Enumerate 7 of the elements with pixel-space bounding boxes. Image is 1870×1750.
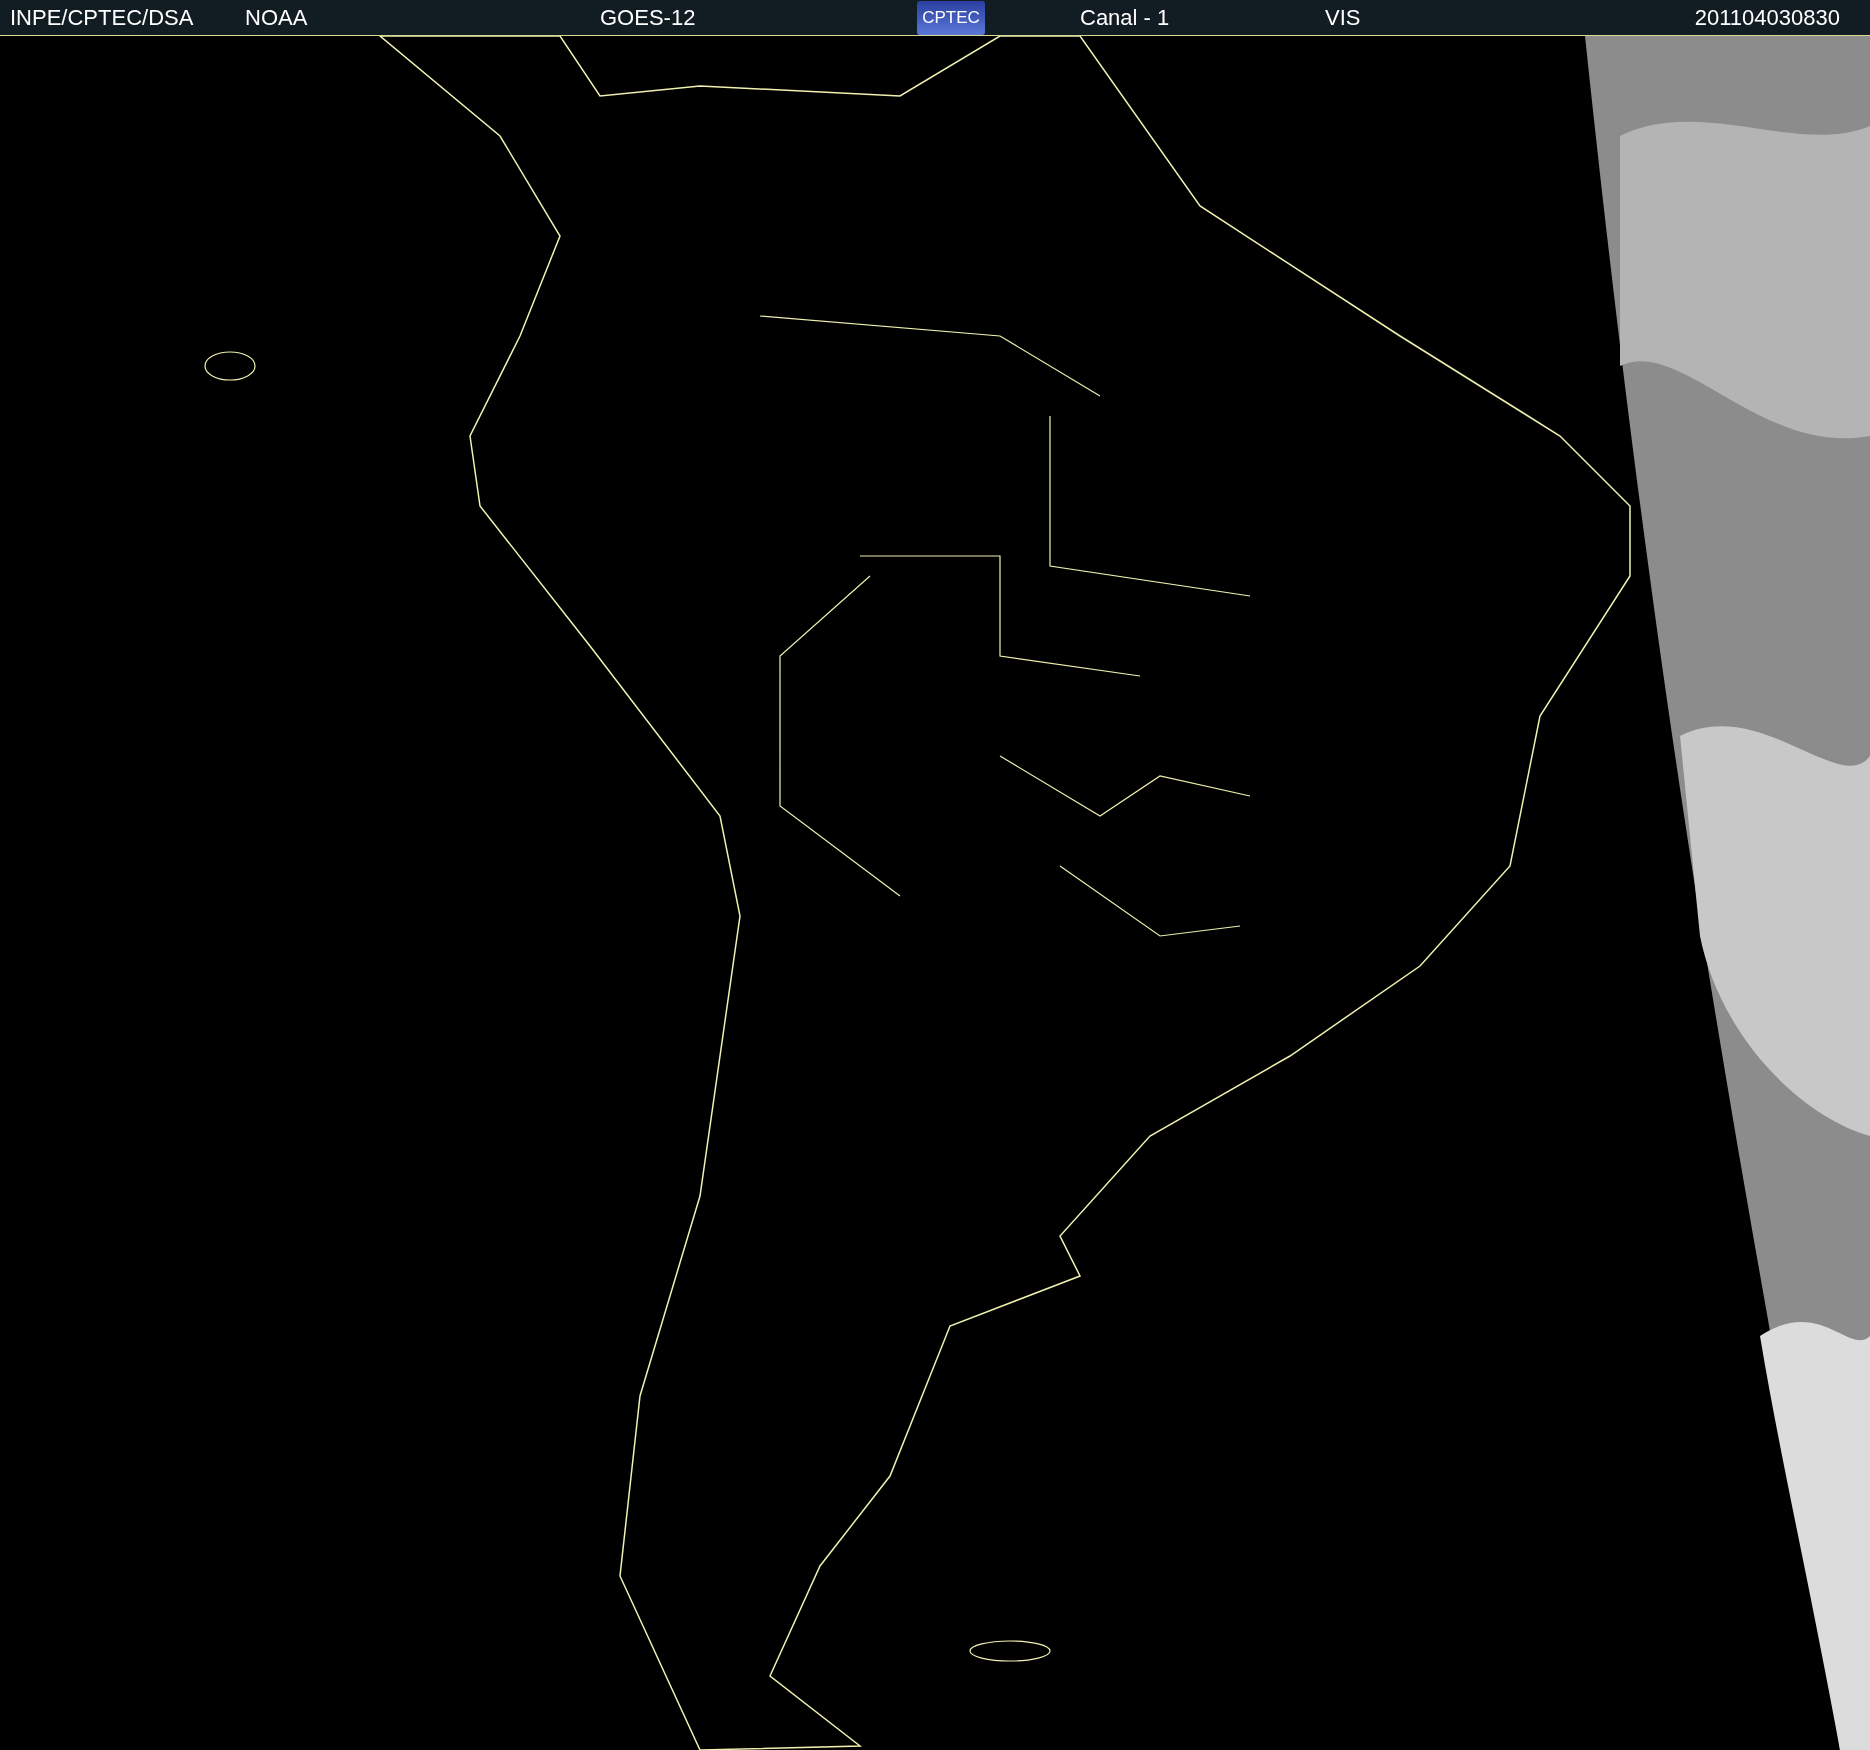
channel-label: Canal - 1 <box>1080 4 1171 31</box>
source-label: INPE/CPTEC/DSA <box>10 4 195 31</box>
band-label: VIS <box>1325 4 1362 31</box>
timestamp-label: 201104030830 <box>1694 4 1840 31</box>
logo: CPTEC <box>917 0 985 35</box>
agency-label: NOAA <box>245 4 309 31</box>
satellite-label: GOES-12 <box>600 4 697 31</box>
